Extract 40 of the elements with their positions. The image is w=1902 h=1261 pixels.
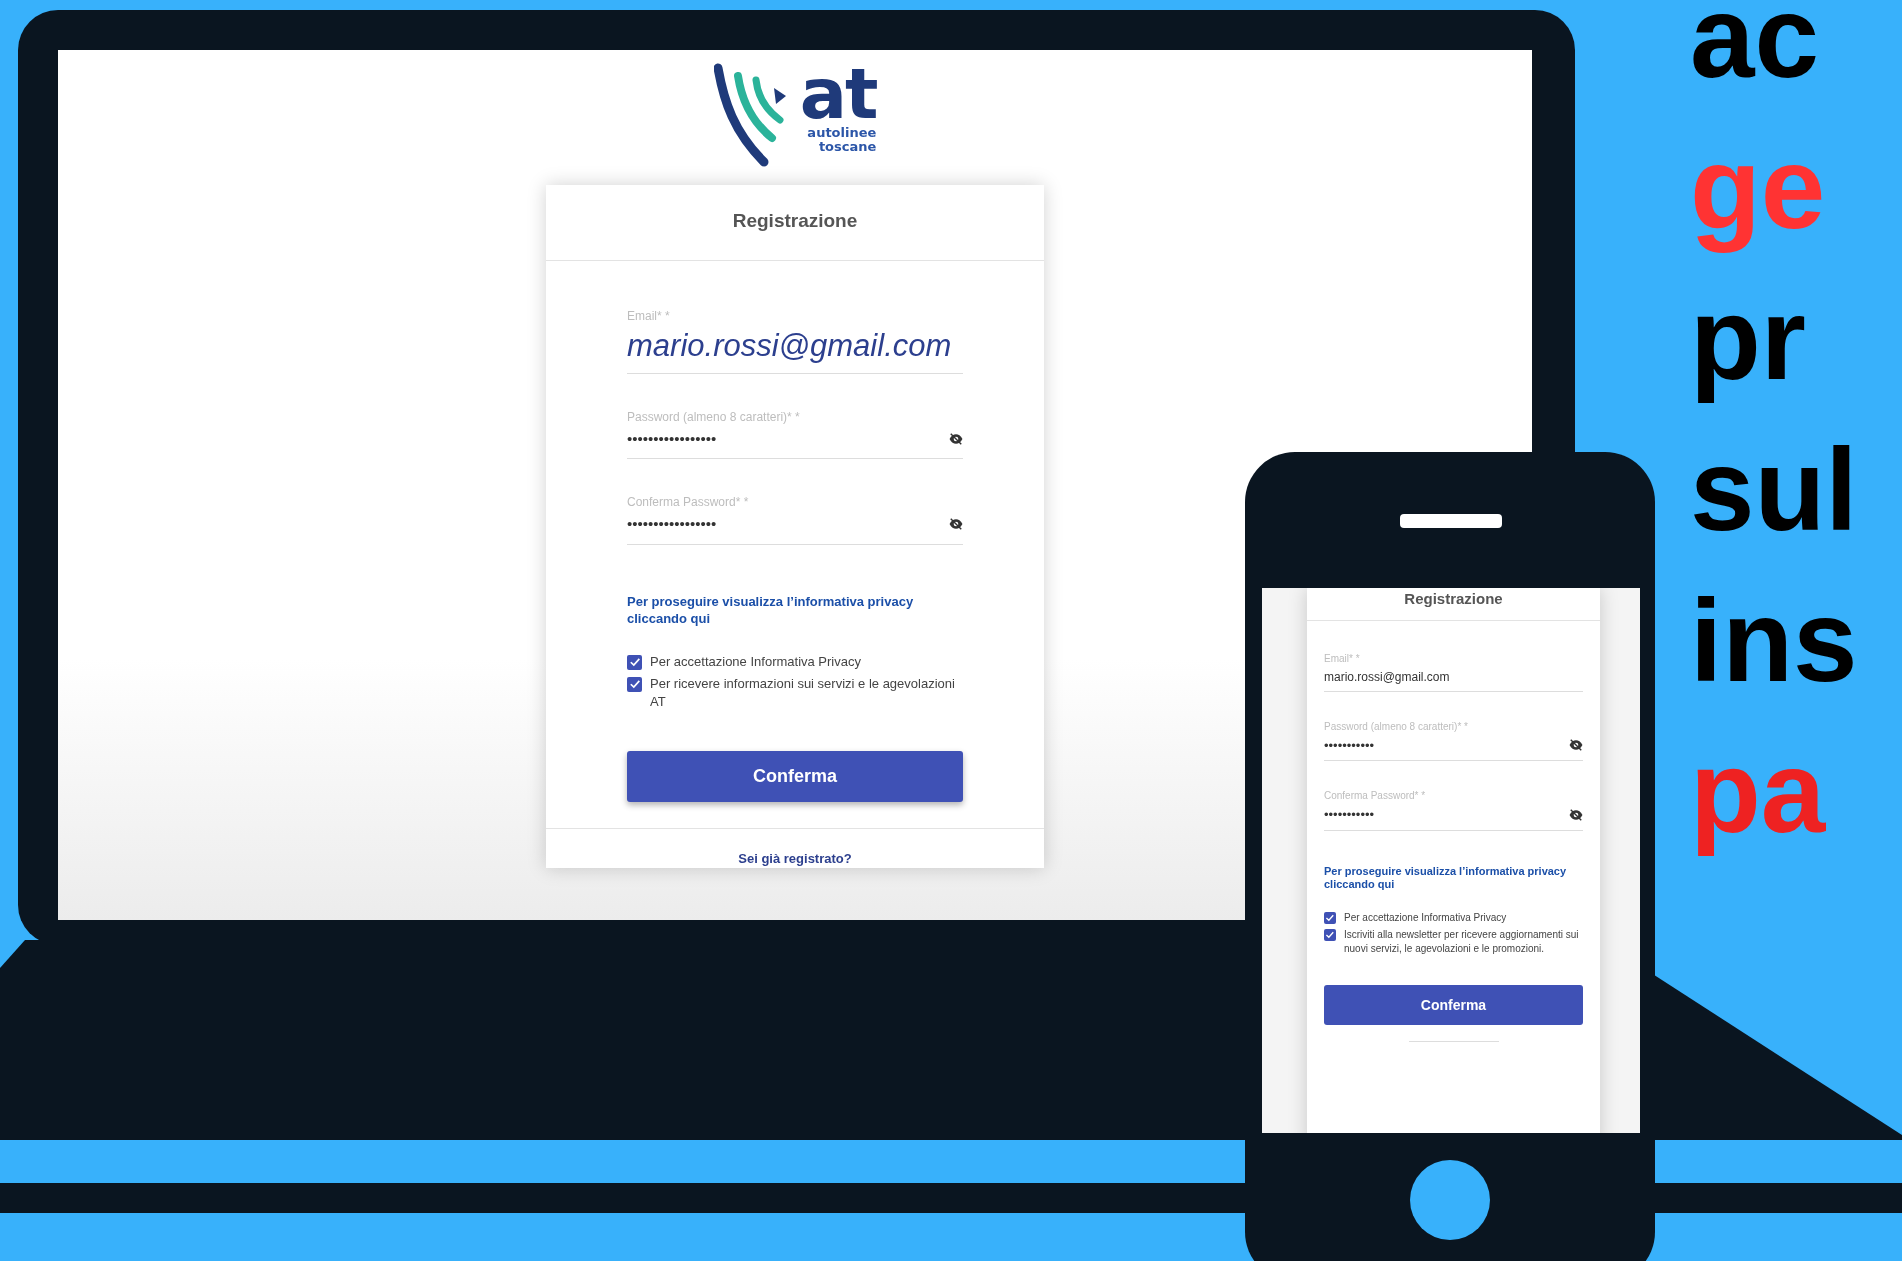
visibility-toggle-icon[interactable] (949, 518, 963, 531)
headline-word: pr (1690, 273, 1807, 406)
logo-tagline: autolinee (807, 126, 877, 140)
input-field[interactable]: ••••••••••• (1324, 803, 1583, 831)
checkbox-label: Per accettazione Informativa Privacy (650, 652, 861, 671)
headline-word: ge (1690, 122, 1827, 255)
headline-word: pa (1690, 726, 1827, 859)
visibility-toggle-icon[interactable] (949, 432, 963, 445)
logo-wordmark: at (799, 62, 877, 126)
headline-word: ac (1690, 0, 1821, 104)
input-field[interactable]: mario.rossi@gmail.com (1324, 665, 1583, 692)
privacy-link[interactable]: Per proseguire visualizza l’informativa privacy cliccando qui (1324, 864, 1583, 891)
confirm-button[interactable]: Conferma (1324, 985, 1583, 1025)
headline-word: sul (1690, 424, 1859, 557)
headline-word: ins (1690, 575, 1859, 708)
field-label: Email* * (627, 307, 671, 325)
checkbox[interactable] (1324, 929, 1336, 941)
input-field[interactable]: ••••••••••• (1324, 733, 1583, 761)
confirm-button[interactable]: Conferma (627, 750, 963, 802)
checkbox-label: Iscriviti alla newsletter per ricevere aggiornamenti sui nuovi servizi, le agevolazioni e le promozioni. (1344, 928, 1580, 955)
checkbox[interactable] (1324, 911, 1336, 924)
form-title: Registrazione (546, 185, 1044, 261)
checkbox[interactable] (627, 676, 642, 692)
input-field[interactable]: ••••••••••••••••• (627, 511, 963, 545)
login-link[interactable]: Sei già registrato? (546, 827, 1044, 868)
visibility-toggle-icon[interactable] (1569, 808, 1583, 821)
visibility-toggle-icon[interactable] (1569, 739, 1583, 752)
privacy-link[interactable]: Per proseguire visualizza l’informativa privacy cliccando qui (627, 592, 963, 627)
input-field[interactable]: ••••••••••••••••• (627, 425, 963, 459)
field-label: Email* * (1324, 651, 1361, 666)
input-field[interactable]: mario.rossi@gmail.com (627, 324, 963, 374)
checkbox[interactable] (627, 654, 642, 670)
checkbox-label: Per ricevere informazioni sui servizi e le agevolazioni AT (650, 674, 956, 711)
field-label: Password (almeno 8 caratteri)* * (627, 408, 801, 426)
field-label: Password (almeno 8 caratteri)* * (1324, 719, 1469, 734)
field-label: Conferma Password* * (1324, 789, 1427, 803)
checkbox-label: Per accettazione Informativa Privacy (1344, 910, 1507, 924)
form-title: Registrazione (1307, 588, 1600, 621)
field-label: Conferma Password* * (627, 494, 750, 511)
logo-tagline: toscane (818, 140, 877, 154)
